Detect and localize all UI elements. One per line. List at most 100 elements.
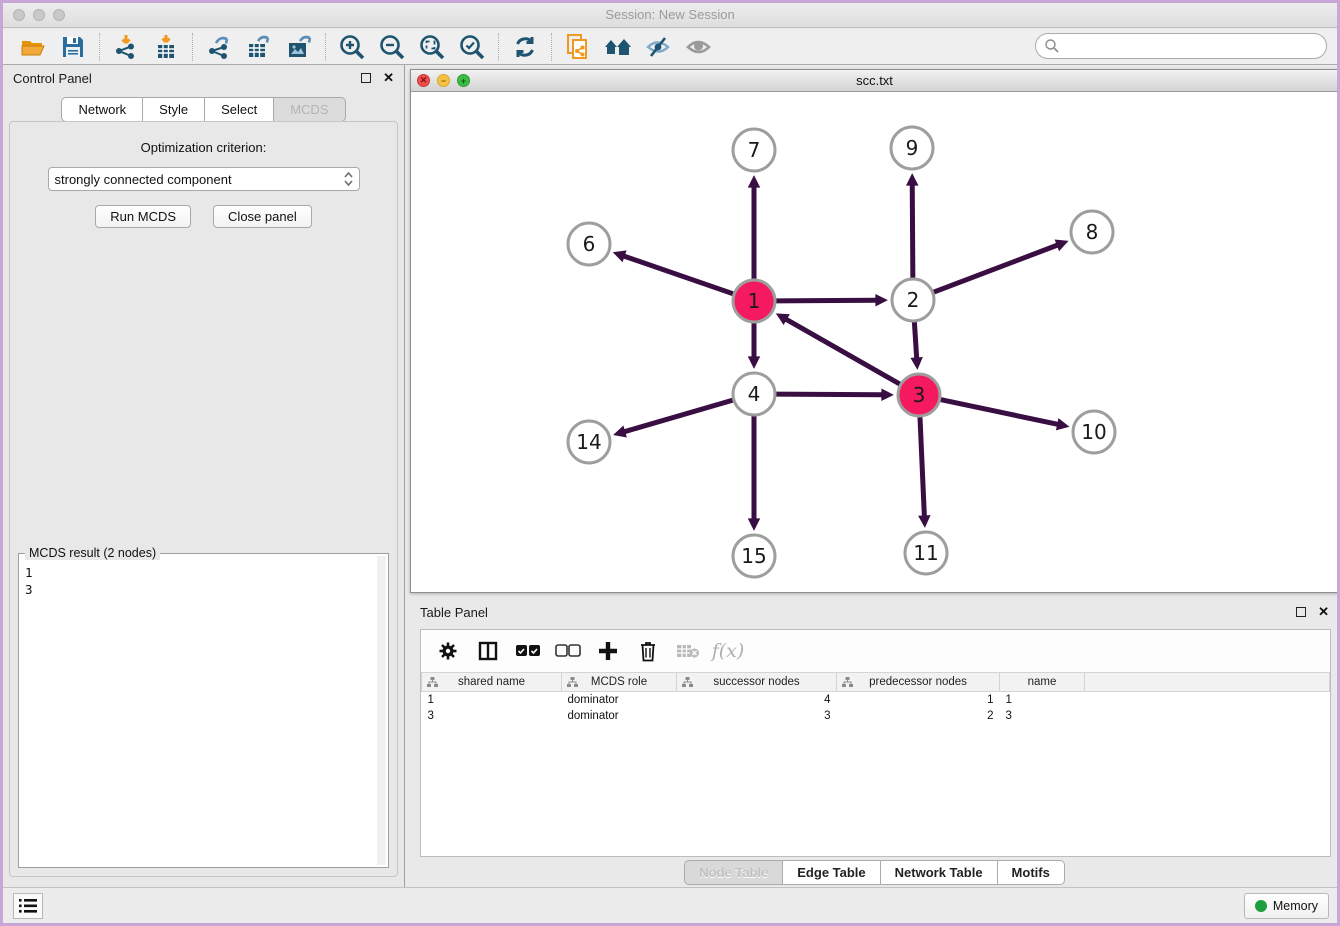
export-table-button[interactable] [239, 31, 279, 63]
graph-edge-3-10[interactable] [941, 400, 1058, 425]
create-column-button[interactable] [593, 636, 623, 666]
zoom-out-icon [378, 33, 406, 61]
show-columns-button[interactable] [473, 636, 503, 666]
close-panel-icon[interactable]: ✕ [383, 73, 394, 83]
close-panel-button[interactable]: Close panel [213, 205, 312, 228]
clone-network-button[interactable] [558, 31, 598, 63]
optimization-criterion-select[interactable]: strongly connected component [48, 167, 360, 191]
graph-node-label-9: 9 [906, 136, 919, 160]
column-header-name[interactable]: name [1000, 673, 1085, 692]
float-panel-icon[interactable] [361, 73, 371, 83]
hide-eye-icon [644, 34, 672, 60]
table-settings-button[interactable] [433, 636, 463, 666]
zoom-out-button[interactable] [372, 31, 412, 63]
column-header-mcds-role[interactable]: MCDS role [562, 673, 677, 692]
result-scrollbar[interactable] [377, 556, 386, 865]
cell-predecessor-nodes[interactable]: 1 [837, 692, 1000, 708]
cell-shared-name[interactable]: 1 [422, 692, 562, 708]
tab-network[interactable]: Network [61, 97, 143, 122]
graph-edge-1-6[interactable] [624, 256, 733, 294]
graph-node-label-8: 8 [1086, 220, 1099, 244]
network-window-titlebar[interactable]: ✕ − + scc.txt [411, 70, 1338, 92]
table-panel-header: Table Panel ✕ [410, 599, 1339, 625]
mcds-result-text[interactable]: 1 3 [25, 564, 376, 865]
import-table-button[interactable] [146, 31, 186, 63]
search-input[interactable] [1060, 36, 1326, 56]
column-header-shared-name[interactable]: shared name [422, 673, 562, 692]
home-button[interactable] [598, 31, 638, 63]
control-panel-title: Control Panel [13, 71, 361, 86]
column-header-predecessor-nodes[interactable]: predecessor nodes [837, 673, 1000, 692]
cell-predecessor-nodes[interactable]: 2 [837, 708, 1000, 724]
network-minimize-icon[interactable]: − [437, 74, 450, 87]
status-bar: Memory [3, 887, 1337, 923]
home-icon [603, 34, 633, 60]
graph-node-label-14: 14 [576, 430, 601, 454]
graph-edge-3-11[interactable] [920, 417, 924, 516]
zoom-fit-icon [418, 33, 446, 61]
hierarchy-icon [842, 677, 853, 688]
apply-layout-button[interactable] [505, 31, 545, 63]
zoom-in-button[interactable] [332, 31, 372, 63]
tab-style[interactable]: Style [143, 97, 205, 122]
search-field[interactable] [1035, 33, 1327, 59]
graph-edge-3-1[interactable] [786, 319, 900, 384]
deselect-all-button[interactable] [553, 636, 583, 666]
tab-node-table[interactable]: Node Table [684, 860, 783, 885]
open-folder-icon [20, 34, 46, 60]
tab-motifs[interactable]: Motifs [998, 860, 1065, 885]
import-network-button[interactable] [106, 31, 146, 63]
tab-network-table[interactable]: Network Table [881, 860, 998, 885]
run-mcds-button[interactable]: Run MCDS [95, 205, 191, 228]
task-history-button[interactable] [13, 893, 43, 919]
network-canvas[interactable]: 1234678910111415 [411, 92, 1338, 592]
control-panel-tabs: Network Style Select MCDS [3, 97, 404, 122]
cell-name[interactable]: 1 [1000, 692, 1085, 708]
split-columns-icon [478, 641, 498, 661]
tab-select[interactable]: Select [205, 97, 274, 122]
window-title: Session: New Session [3, 7, 1337, 22]
search-icon [1044, 38, 1060, 54]
network-close-icon[interactable]: ✕ [417, 74, 430, 87]
select-all-button[interactable] [513, 636, 543, 666]
graph-edge-2-3[interactable] [914, 322, 916, 358]
export-table-icon [246, 34, 272, 60]
graph-edge-4-3[interactable] [776, 394, 882, 395]
save-session-button[interactable] [53, 31, 93, 63]
cell-shared-name[interactable]: 3 [422, 708, 562, 724]
export-network-button[interactable] [199, 31, 239, 63]
network-maximize-icon[interactable]: + [457, 74, 470, 87]
cell-successor-nodes[interactable]: 4 [677, 692, 837, 708]
table-row[interactable]: 1 dominator 4 1 1 [422, 692, 1330, 708]
graph-edge-4-14[interactable] [625, 400, 733, 432]
graph-edge-1-2[interactable] [776, 300, 876, 301]
graph-edge-2-9[interactable] [912, 185, 913, 278]
toolbar-separator [498, 33, 499, 61]
selected-criterion: strongly connected component [55, 172, 344, 187]
network-window-controls[interactable]: ✕ − + [417, 74, 470, 87]
hide-selected-button[interactable] [638, 31, 678, 63]
cell-mcds-role[interactable]: dominator [562, 708, 677, 724]
tab-mcds[interactable]: MCDS [274, 97, 345, 122]
cell-name[interactable]: 3 [1000, 708, 1085, 724]
export-network-icon [206, 34, 232, 60]
graph-node-label-7: 7 [748, 138, 761, 162]
function-builder-button: f(x) [713, 636, 743, 666]
zoom-fit-button[interactable] [412, 31, 452, 63]
table-row[interactable]: 3 dominator 3 2 3 [422, 708, 1330, 724]
cell-mcds-role[interactable]: dominator [562, 692, 677, 708]
cell-successor-nodes[interactable]: 3 [677, 708, 837, 724]
title-bar: Session: New Session [3, 3, 1337, 28]
export-image-button[interactable] [279, 31, 319, 63]
memory-button[interactable]: Memory [1244, 893, 1329, 919]
graph-edge-2-8[interactable] [934, 245, 1058, 292]
show-all-button[interactable] [678, 31, 718, 63]
zoom-selected-button[interactable] [452, 31, 492, 63]
close-table-panel-icon[interactable]: ✕ [1318, 607, 1329, 617]
column-header-successor-nodes[interactable]: successor nodes [677, 673, 837, 692]
open-file-button[interactable] [13, 31, 53, 63]
tab-edge-table[interactable]: Edge Table [783, 860, 880, 885]
table-panel-title: Table Panel [420, 605, 1296, 620]
float-table-panel-icon[interactable] [1296, 607, 1306, 617]
delete-column-button[interactable] [633, 636, 663, 666]
